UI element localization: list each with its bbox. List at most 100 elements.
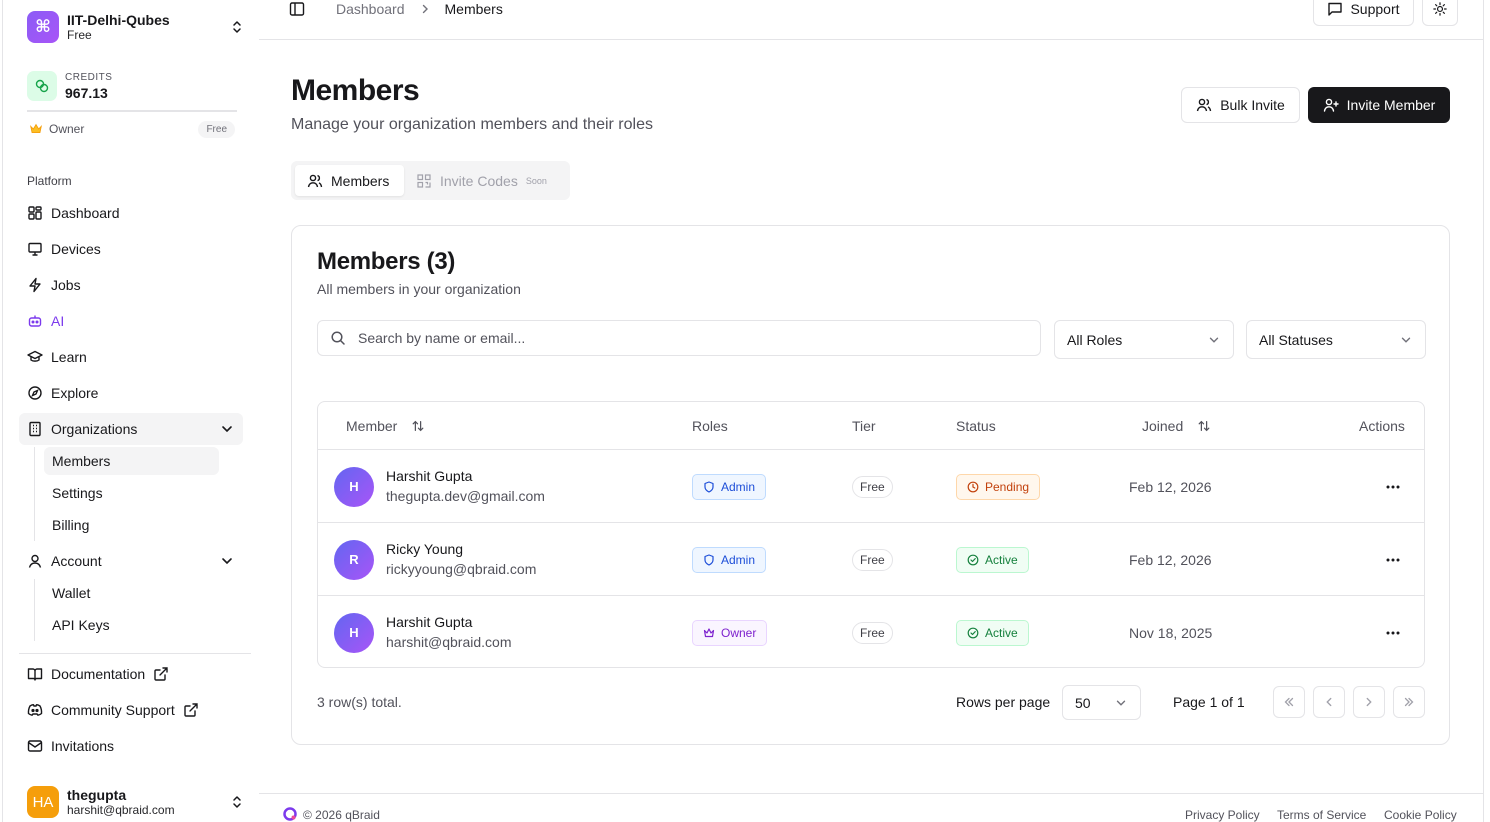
column-label: Actions <box>1359 418 1405 434</box>
users-icon <box>307 174 323 187</box>
status-cell: Active <box>956 523 1029 596</box>
first-page-button[interactable] <box>1273 686 1305 718</box>
roles-cell: Admin <box>692 450 767 523</box>
book-icon <box>27 668 43 681</box>
sidebar-link-community-support[interactable]: Community Support <box>19 694 243 726</box>
tab-members[interactable]: Members <box>295 165 404 196</box>
support-button[interactable]: Support <box>1313 0 1414 26</box>
column-label: Member <box>346 418 398 434</box>
sidebar-item-label: Learn <box>51 349 87 365</box>
joined-date: Feb 12, 2026 <box>1129 478 1212 495</box>
search-field <box>317 320 1041 356</box>
breadcrumb-dashboard[interactable]: Dashboard <box>336 1 405 17</box>
qbraid-logo-icon <box>283 807 297 821</box>
external-link-icon <box>154 667 168 681</box>
row-actions-button[interactable] <box>1384 523 1402 596</box>
table-row: H Harshit Gupta thegupta.dev@gmail.com A… <box>318 450 1424 523</box>
member-email: rickyyoung@qbraid.com <box>386 560 537 577</box>
member-cell: H Harshit Gupta harshit@qbraid.com <box>334 596 512 667</box>
sidebar-subitem-settings[interactable]: Settings <box>44 479 219 507</box>
invite-member-label: Invite Member <box>1346 97 1436 113</box>
chevrons-right-icon <box>1404 697 1414 707</box>
tier-cell: Free <box>852 523 893 596</box>
search-input[interactable] <box>358 330 1040 346</box>
column-joined[interactable]: Joined <box>1142 402 1211 450</box>
chevron-right-icon <box>422 4 428 14</box>
status-filter-select[interactable]: All Statuses <box>1246 320 1426 359</box>
chevron-down-icon <box>1401 337 1411 343</box>
chevrons-left-icon <box>1284 697 1294 707</box>
building-icon <box>29 421 41 437</box>
row-actions-button[interactable] <box>1384 450 1402 523</box>
external-link-icon <box>184 703 198 717</box>
sidebar-subitem-api-keys[interactable]: API Keys <box>44 611 219 639</box>
avatar: R <box>334 539 374 580</box>
sidebar-item-organizations[interactable]: Organizations <box>19 413 243 445</box>
org-logo-icon: ⌘ <box>27 11 59 43</box>
soon-badge: Soon <box>525 175 547 186</box>
sun-icon <box>1433 2 1447 16</box>
page-subtitle: Manage your organization members and the… <box>291 116 653 133</box>
sidebar-link-invitations[interactable]: Invitations <box>19 730 243 762</box>
credits-label: CREDITS <box>65 71 113 83</box>
user-email: harshit@qbraid.com <box>67 802 175 817</box>
tier-cell: Free <box>852 596 893 667</box>
sidebar-item-dashboard[interactable]: Dashboard <box>19 197 243 229</box>
member-name: Harshit Gupta <box>386 467 473 484</box>
user-plus-icon <box>1323 98 1339 112</box>
sidebar-subitem-members[interactable]: Members <box>44 447 219 475</box>
member-email: harshit@qbraid.com <box>386 633 512 650</box>
sidebar-item-learn[interactable]: Learn <box>19 341 243 373</box>
rows-per-page-select[interactable]: 50 <box>1062 685 1141 720</box>
breadcrumb: Dashboard Members <box>336 0 503 18</box>
joined-date: Nov 18, 2025 <box>1129 624 1213 641</box>
status-filter-value: All Statuses <box>1259 331 1333 348</box>
sidebar-item-jobs[interactable]: Jobs <box>19 269 243 301</box>
next-page-button[interactable] <box>1353 686 1385 718</box>
sidebar-item-account[interactable]: Account <box>19 545 243 577</box>
sidebar-item-devices[interactable]: Devices <box>19 233 243 265</box>
sidebar-subitem-billing[interactable]: Billing <box>44 511 219 539</box>
card-subtitle: All members in your organization <box>317 281 521 297</box>
sidebar-toggle-icon[interactable] <box>289 1 305 17</box>
sidebar-subitem-label: API Keys <box>52 617 110 633</box>
sidebar-item-label: Community Support <box>51 702 175 718</box>
sidebar-item-explore[interactable]: Explore <box>19 377 243 409</box>
page-title: Members <box>291 74 420 107</box>
sidebar-subitem-wallet[interactable]: Wallet <box>44 579 219 607</box>
sidebar-item-label: Documentation <box>51 666 146 682</box>
cookie-policy-link[interactable]: Cookie Policy <box>1384 808 1457 822</box>
role-label: Admin <box>721 479 756 494</box>
qr-code-icon <box>417 173 431 188</box>
org-switcher[interactable]: ⌘ IIT-Delhi-Qubes Free <box>27 8 245 46</box>
roles-filter-select[interactable]: All Roles <box>1054 320 1234 359</box>
org-name: IIT-Delhi-Qubes <box>67 11 170 28</box>
privacy-policy-link[interactable]: Privacy Policy <box>1185 808 1260 822</box>
terms-of-service-link[interactable]: Terms of Service <box>1277 808 1366 822</box>
status-cell: Active <box>956 596 1029 667</box>
member-email: thegupta.dev@gmail.com <box>386 487 545 504</box>
previous-page-button[interactable] <box>1313 686 1345 718</box>
column-member[interactable]: Member <box>346 402 425 450</box>
sidebar-subitem-label: Settings <box>52 485 103 501</box>
theme-toggle-button[interactable] <box>1422 0 1458 26</box>
sidebar-item-ai[interactable]: AI <box>19 305 243 337</box>
mail-icon <box>27 740 43 752</box>
more-horizontal-icon <box>1386 631 1400 634</box>
bulk-invite-button[interactable]: Bulk Invite <box>1181 87 1300 123</box>
column-actions: Actions <box>1359 402 1405 450</box>
column-tier: Tier <box>852 402 876 450</box>
sidebar-link-documentation[interactable]: Documentation <box>19 658 243 690</box>
sidebar-subitem-label: Billing <box>52 517 90 533</box>
last-page-button[interactable] <box>1393 686 1425 718</box>
tier-badge: Free <box>852 548 893 571</box>
row-actions-button[interactable] <box>1384 596 1402 667</box>
column-roles: Roles <box>692 402 728 450</box>
invite-member-button[interactable]: Invite Member <box>1308 87 1450 123</box>
sidebar-item-label: Account <box>51 553 102 569</box>
user-menu[interactable]: HA thegupta harshit@qbraid.com <box>27 784 245 820</box>
member-name: Harshit Gupta <box>386 613 473 630</box>
zap-icon <box>29 277 41 293</box>
avatar: H <box>334 466 374 507</box>
sidebar-item-label: Dashboard <box>51 205 120 221</box>
